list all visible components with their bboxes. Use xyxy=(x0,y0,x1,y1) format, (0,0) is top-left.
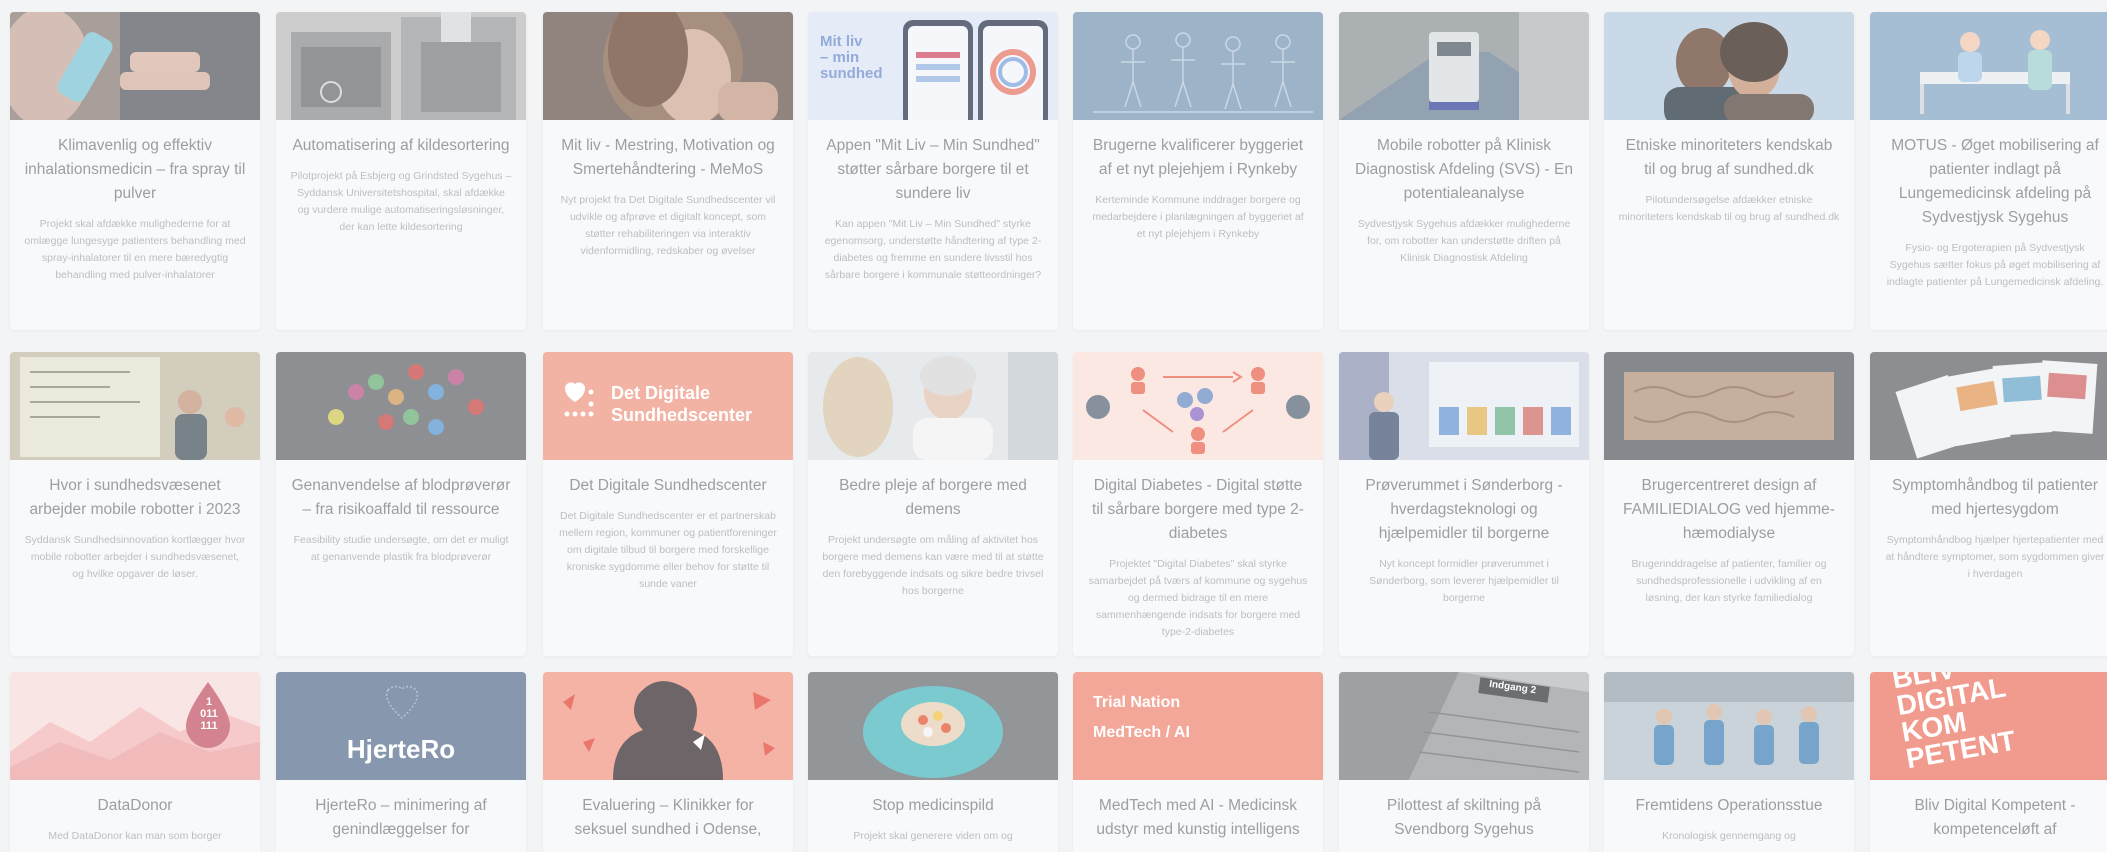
card-description: Nyt koncept formidler prøverummet i Sønd… xyxy=(1369,558,1559,604)
card-title: Pilottest af skiltning på Svendborg Syge… xyxy=(1386,797,1542,838)
binary-text: 1 011 111 xyxy=(200,696,218,732)
booklets-photo xyxy=(1870,352,2107,460)
card-title: Bliv Digital Kompetent - kompetenceløft … xyxy=(1914,797,2076,838)
card-description: Projektet "Digital Diabetes" skal styrke… xyxy=(1088,558,1308,638)
project-card[interactable]: Hvor i sundhedsvæsenet arbejder mobile r… xyxy=(10,352,260,656)
card-title: Prøverummet i Sønderborg - hverdagstekno… xyxy=(1365,477,1563,542)
card-description: Symptomhåndbog hjælper hjertepatienter m… xyxy=(1885,534,2105,580)
card-title: Automatisering af kildesortering xyxy=(292,137,510,154)
project-card[interactable]: Stop medicinspild Projekt skal generere … xyxy=(808,672,1058,852)
card-description: Brugerinddragelse af patienter, familier… xyxy=(1631,558,1827,604)
card-title: Digital Diabetes - Digital støtte til så… xyxy=(1092,477,1304,542)
project-card[interactable]: Trial Nation MedTech / AI MedTech med AI… xyxy=(1073,672,1323,852)
project-card[interactable]: MOTUS - Øget mobilisering af patienter i… xyxy=(1870,12,2107,330)
medtech-banner-text: Trial Nation MedTech / AI xyxy=(1093,694,1190,741)
project-card[interactable]: Prøverummet i Sønderborg - hverdagstekno… xyxy=(1339,352,1589,656)
project-card[interactable]: Mit liv - Mestring, Motivation og Smerte… xyxy=(543,12,793,330)
card-title: Bedre pleje af borgere med demens xyxy=(839,477,1027,518)
silhouette-illustration xyxy=(543,672,793,780)
project-card[interactable]: BLIV DIGITAL KOM PETENT Bliv Digital Kom… xyxy=(1870,672,2107,852)
project-card[interactable]: Digital Diabetes - Digital støtte til så… xyxy=(1073,352,1323,656)
card-title: Appen "Mit Liv – Min Sundhed" støtter så… xyxy=(826,137,1040,202)
blood-tubes-photo xyxy=(276,352,526,460)
card-description: Projekt skal afdække mulighederne for at… xyxy=(24,218,246,281)
digital-banner-text: BLIV DIGITAL KOM PETENT xyxy=(1889,672,2018,775)
card-title: Etniske minoriteters kendskab til og bru… xyxy=(1625,137,1833,178)
robot-corridor-photo xyxy=(1339,12,1589,120)
project-card[interactable]: Brugercentreret design af FAMILIEDIALOG … xyxy=(1604,352,1854,656)
project-grid: Klimavenlig og effektiv inhalationsmedic… xyxy=(0,0,2107,852)
card-title: HjerteRo – minimering af genindlæggelser… xyxy=(315,797,487,838)
card-description: Det Digitale Sundhedscenter er et partne… xyxy=(559,510,777,590)
card-description: Kerteminde Kommune inddrager borgere og … xyxy=(1092,194,1304,240)
project-card[interactable]: HjerteRo HjerteRo – minimering af genind… xyxy=(276,672,526,852)
showroom-photo xyxy=(1339,352,1589,460)
card-description: Pilotprojekt på Esbjerg og Grindsted Syg… xyxy=(290,170,512,233)
card-description: Med DataDonor kan man som borger xyxy=(48,830,222,842)
fabric-photo xyxy=(1604,352,1854,460)
digital-banner: BLIV DIGITAL KOM PETENT xyxy=(1870,672,2107,780)
card-title: Brugercentreret design af FAMILIEDIALOG … xyxy=(1623,477,1835,542)
project-card[interactable]: Brugerne kvalificerer byggeriet af et ny… xyxy=(1073,12,1323,330)
card-title: Genanvendelse af blodprøverør – fra risi… xyxy=(291,477,511,518)
card-title: Mobile robotter på Klinisk Diagnostisk A… xyxy=(1355,137,1573,202)
card-title: Stop medicinspild xyxy=(872,797,994,814)
building-sign-photo: Indgang 2 xyxy=(1339,672,1589,780)
project-card[interactable]: Symptomhåndbog til patienter med hjertes… xyxy=(1870,352,2107,656)
project-card[interactable]: Indgang 2 Pilottest af skiltning på Sven… xyxy=(1339,672,1589,852)
card-title: Evaluering – Klinikker for seksuel sundh… xyxy=(574,797,762,838)
waste-bins-photo xyxy=(276,12,526,120)
card-title: Brugerne kvalificerer byggeriet af et ny… xyxy=(1092,137,1304,178)
project-card[interactable]: Det Digitale Sundhedscenter Det Digitale… xyxy=(543,352,793,656)
project-card[interactable]: Mobile robotter på Klinisk Diagnostisk A… xyxy=(1339,12,1589,330)
card-title: Det Digitale Sundhedscenter xyxy=(569,477,767,494)
logo-banner: Det Digitale Sundhedscenter xyxy=(543,352,793,460)
card-description: Syddansk Sundhedsinnovation kortlægger h… xyxy=(24,534,246,580)
card-description: Nyt projekt fra Det Digitale Sundhedscen… xyxy=(560,194,776,257)
project-card[interactable]: 1 011 111 DataDonor Med DataDonor kan ma… xyxy=(10,672,260,852)
project-card[interactable]: Bedre pleje af borgere med demens Projek… xyxy=(808,352,1058,656)
card-description: Projekt undersøgte om måling af aktivite… xyxy=(822,534,1044,597)
card-description: Feasibility studie undersøgte, om det er… xyxy=(293,534,509,563)
project-card[interactable]: Automatisering af kildesortering Pilotpr… xyxy=(276,12,526,330)
project-card[interactable]: Mit liv – min sundhed Appen "Mit Liv – M… xyxy=(808,12,1058,330)
project-card[interactable]: Fremtidens Operationsstue Kronologisk ge… xyxy=(1604,672,1854,852)
app-screens: Mit liv – min sundhed xyxy=(808,12,1058,120)
hjertero-logo-text: HjerteRo xyxy=(346,734,456,764)
card-title: Mit liv - Mestring, Motivation og Smerte… xyxy=(561,137,775,178)
card-title: Hvor i sundhedsvæsenet arbejder mobile r… xyxy=(29,477,241,518)
card-title: MOTUS - Øget mobilisering af patienter i… xyxy=(1891,137,2099,226)
inhaler-photo xyxy=(10,12,260,120)
operating-room-photo xyxy=(1604,672,1854,780)
data-drop: 1 011 111 xyxy=(10,672,260,780)
whiteboard-photo xyxy=(10,352,260,460)
project-card[interactable]: Genanvendelse af blodprøverør – fra risi… xyxy=(276,352,526,656)
sketch-people xyxy=(1073,12,1323,120)
card-title: Klimavenlig og effektiv inhalationsmedic… xyxy=(24,137,246,202)
card-title: DataDonor xyxy=(97,797,173,814)
card-title: MedTech med AI - Medicinsk udstyr med ku… xyxy=(1096,797,1300,838)
card-description: Projekt skal generere viden om og xyxy=(853,830,1013,842)
project-card[interactable]: Klimavenlig og effektiv inhalationsmedic… xyxy=(10,12,260,330)
card-description: Pilotundersøgelse afdækker etniske minor… xyxy=(1618,194,1840,223)
card-description: Kronologisk gennemgang og xyxy=(1662,830,1796,842)
card-description: Fysio- og Ergoterapien på Sydvestjysk Sy… xyxy=(1886,242,2104,288)
card-title: Fremtidens Operationsstue xyxy=(1635,797,1823,814)
elderly-woman-photo xyxy=(808,352,1058,460)
hospital-bed-illustration xyxy=(1870,12,2107,120)
heart-logo: HjerteRo xyxy=(276,672,526,780)
project-card[interactable]: Evaluering – Klinikker for seksuel sundh… xyxy=(543,672,793,852)
pills-gloves-photo xyxy=(808,672,1058,780)
logo-text: Det Digitale Sundhedscenter xyxy=(611,383,753,425)
couple-photo xyxy=(1604,12,1854,120)
card-title: Symptomhåndbog til patienter med hjertes… xyxy=(1892,477,2098,518)
trial-nation-banner: Trial Nation MedTech / AI xyxy=(1073,672,1323,780)
project-card[interactable]: Etniske minoriteters kendskab til og bru… xyxy=(1604,12,1854,330)
woman-pain-photo xyxy=(543,12,793,120)
card-description: Sydvestjysk Sygehus afdækker mulighedern… xyxy=(1357,218,1571,264)
card-description: Kan appen "Mit Liv – Min Sundhed" styrke… xyxy=(824,218,1042,281)
network-illustration xyxy=(1073,352,1323,460)
